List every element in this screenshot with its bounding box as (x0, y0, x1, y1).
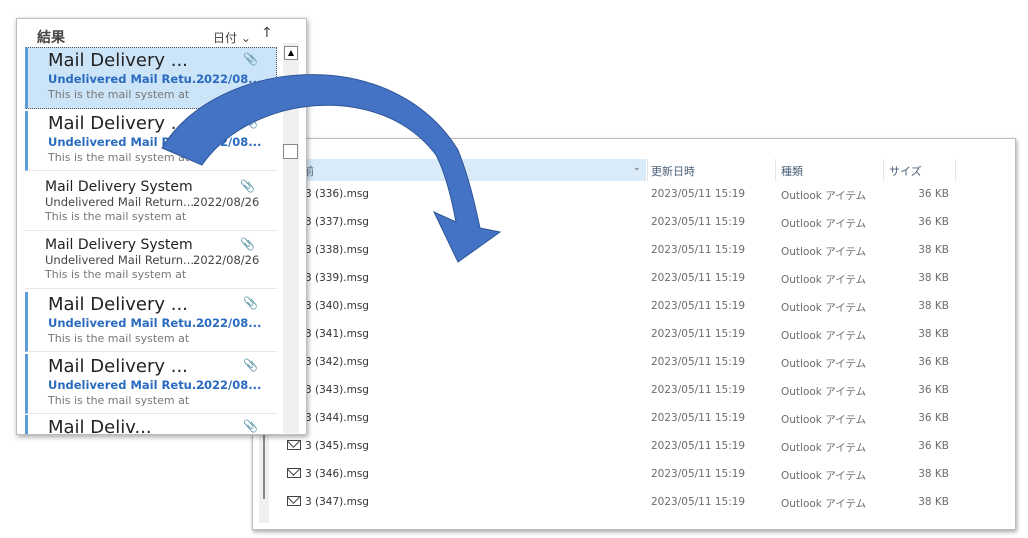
curved-arrow (161, 74, 502, 263)
curved-arrow-annotation (161, 74, 502, 263)
